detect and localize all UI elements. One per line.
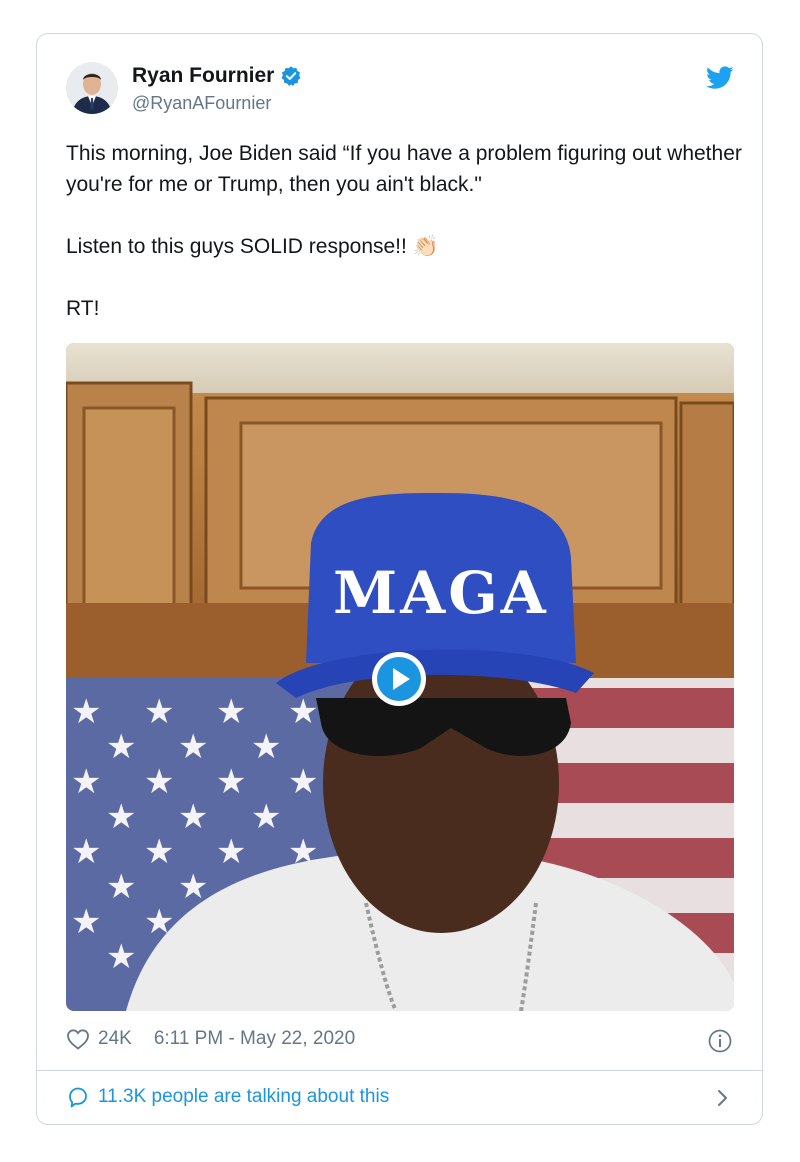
svg-text:★: ★ bbox=[216, 692, 246, 732]
svg-text:★: ★ bbox=[71, 692, 101, 732]
author-name-row[interactable]: Ryan Fournier bbox=[132, 64, 302, 88]
svg-text:★: ★ bbox=[106, 937, 136, 977]
svg-text:★: ★ bbox=[71, 762, 101, 802]
svg-text:★: ★ bbox=[106, 867, 136, 907]
svg-text:★: ★ bbox=[178, 797, 208, 837]
avatar-image bbox=[66, 62, 118, 114]
info-icon[interactable] bbox=[708, 1029, 732, 1053]
svg-text:★: ★ bbox=[106, 727, 136, 767]
svg-text:★: ★ bbox=[216, 832, 246, 872]
tweet-paragraph-1: This morning, Joe Biden said “If you hav… bbox=[66, 142, 742, 196]
svg-text:★: ★ bbox=[288, 762, 318, 802]
heart-icon[interactable] bbox=[66, 1028, 90, 1050]
author-handle[interactable]: @RyanAFournier bbox=[132, 93, 271, 114]
author-name[interactable]: Ryan Fournier bbox=[132, 64, 274, 88]
svg-text:★: ★ bbox=[144, 762, 174, 802]
svg-text:★: ★ bbox=[178, 727, 208, 767]
author-avatar[interactable] bbox=[66, 62, 118, 114]
tweet-paragraph-2-text: Listen to this guys SOLID response!! bbox=[66, 235, 407, 258]
clapping-hands-emoji: 👏🏻 bbox=[412, 235, 439, 258]
svg-text:★: ★ bbox=[216, 762, 246, 802]
chevron-right-icon[interactable] bbox=[712, 1088, 732, 1108]
footer-divider bbox=[37, 1070, 762, 1071]
svg-text:★: ★ bbox=[288, 692, 318, 732]
hat-text: MAGA bbox=[333, 559, 549, 627]
speech-bubble-icon bbox=[69, 1087, 87, 1108]
tweet-meta: 24K 6:11 PM - May 22, 2020 bbox=[66, 1028, 355, 1050]
like-count[interactable]: 24K bbox=[98, 1028, 132, 1050]
talking-link[interactable]: 11.3K people are talking about this bbox=[66, 1086, 389, 1108]
svg-text:★: ★ bbox=[144, 692, 174, 732]
twitter-bird-icon[interactable] bbox=[706, 66, 734, 90]
play-button-icon[interactable] bbox=[370, 650, 428, 708]
svg-text:★: ★ bbox=[71, 902, 101, 942]
tweet-paragraph-3: RT! bbox=[66, 297, 100, 320]
talking-count-text[interactable]: 11.3K people are talking about this bbox=[98, 1086, 389, 1108]
svg-text:★: ★ bbox=[71, 832, 101, 872]
svg-text:★: ★ bbox=[251, 797, 281, 837]
svg-text:★: ★ bbox=[251, 727, 281, 767]
tweet-paragraph-2: Listen to this guys SOLID response!! 👏🏻 bbox=[66, 231, 746, 262]
verified-badge-icon bbox=[281, 66, 301, 86]
svg-text:★: ★ bbox=[144, 832, 174, 872]
svg-text:★: ★ bbox=[106, 797, 136, 837]
tweet-timestamp[interactable]: 6:11 PM - May 22, 2020 bbox=[154, 1028, 355, 1050]
tweet-text: This morning, Joe Biden said “If you hav… bbox=[66, 138, 746, 324]
